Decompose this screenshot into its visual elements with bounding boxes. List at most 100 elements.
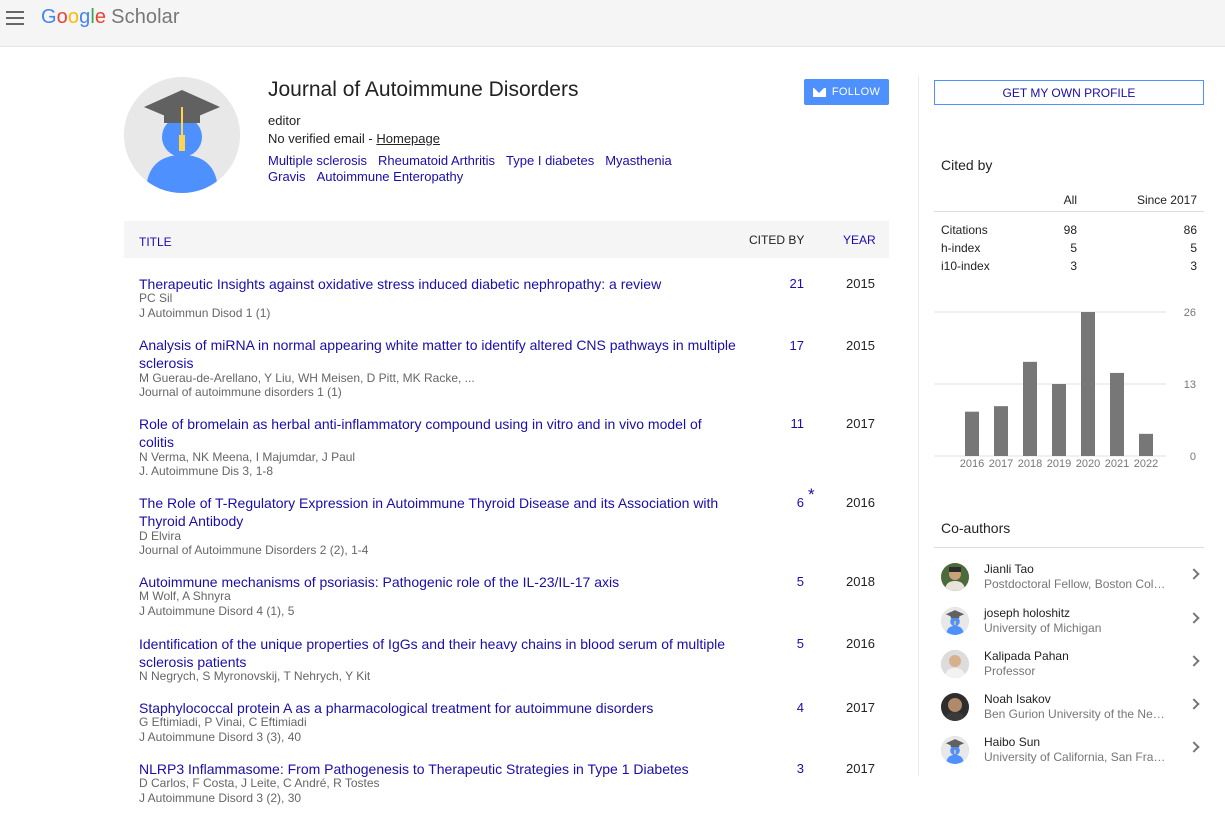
profile-name: Journal of Autoimmune Disorders [268,78,579,101]
article-venue: J Autoimmune Disord 4 (1), 5 [139,604,295,618]
article-venue: J Autoimmune Disord 3 (2), 30 [139,791,302,805]
article-authors: M Guerau-de-Arellano, Y Liu, WH Meisen, … [139,371,475,385]
sort-by-year[interactable]: YEAR [843,233,876,247]
x-tick-label: 2019 [1047,458,1071,470]
coauthor-name: Haibo Sun [984,735,1041,749]
chart-bar-2019[interactable] [1052,384,1066,456]
citation-count[interactable]: 3 [764,761,804,776]
citation-count[interactable]: 21 [764,276,804,291]
coauthor-photo [941,563,969,591]
stats-row-citations: Citations 98 86 [934,212,1204,237]
email-status: No verified email - [268,131,377,146]
coauthor-name: Noah Isakov [984,692,1051,706]
coauthors-divider [934,547,1204,548]
citation-count[interactable]: 11 [764,416,805,431]
coauthor-name: Kalipada Pahan [984,649,1069,663]
coauthor-item[interactable]: Jianli Tao Postdoctoral Fellow, Boston C… [934,562,1204,602]
article-year: 2015 [846,338,875,353]
chevron-right-icon [1188,741,1200,753]
cited-by-heading: Cited by [941,157,993,173]
x-tick-label: 2018 [1018,458,1042,470]
articles-table-header: TITLE CITED BY YEAR [124,221,889,258]
article-title[interactable]: Role of bromelain as herbal anti-inflamm… [139,415,739,451]
chart-bar-2020[interactable] [1081,312,1095,456]
chevron-right-icon [1188,655,1200,667]
article-authors: D Elvira [139,529,182,543]
citation-count[interactable]: 5 [764,636,804,651]
citation-count[interactable]: 17 [764,338,804,353]
chart-bar-2022[interactable] [1139,433,1153,456]
stats-row-i10-index: i10-index 3 3 [934,248,1204,273]
follow-button[interactable]: FOLLOW [804,79,889,105]
coauthor-affiliation: University of California, San Francisco [984,750,1166,764]
citations-per-year-chart: 26 13 0 2016 2017 2018 2019 2020 2021 2022 [934,300,1204,475]
article-year: 2016 [846,495,875,510]
citation-stats-table: All Since 2017 Citations 98 86 h-index 5… [934,189,1204,273]
citation-count[interactable]: 4 [764,700,804,715]
graduate-avatar-icon [124,77,240,193]
sort-by-title[interactable]: TITLE [139,235,172,249]
article-title[interactable]: The Role of T-Regulatory Expression in A… [139,494,739,530]
article-year: 2015 [846,276,875,291]
merged-citations-star[interactable]: * [808,485,815,505]
coauthor-default-avatar-icon [941,736,969,764]
interest-link[interactable]: Rheumatoid Arthritis [378,153,495,168]
interest-link[interactable]: Autoimmune Enteropathy [317,169,464,184]
top-bar: Google Scholar [0,0,1225,47]
coauthor-item[interactable]: Noah Isakov Ben Gurion University of the… [934,692,1204,732]
interest-link[interactable]: Type I diabetes [506,153,594,168]
article-authors: N Negrych, S Myronovskij, T Nehrych, Y K… [139,669,371,683]
mail-icon [812,87,826,97]
coauthor-name: joseph holoshitz [984,606,1071,620]
coauthor-item[interactable]: Haibo Sun University of California, San … [934,735,1204,775]
article-year: 2017 [846,416,875,431]
x-tick-label: 2020 [1076,458,1100,470]
profile-affiliation: editor [268,113,301,128]
interest-link[interactable]: Multiple sclerosis [268,153,367,168]
homepage-link[interactable]: Homepage [376,131,440,146]
follow-label: FOLLOW [831,86,881,98]
article-title[interactable]: Analysis of miRNA in normal appearing wh… [139,336,739,372]
stats-all-value: 3 [1070,259,1077,273]
x-tick-label: 2016 [960,458,984,470]
coauthor-affiliation: University of Michigan [984,621,1102,635]
y-tick-label: 13 [1184,379,1196,391]
y-tick-label: 26 [1184,307,1196,319]
coauthor-photo [941,693,969,721]
stats-label[interactable]: i10-index [941,259,990,273]
article-authors: G Eftimiadi, P Vinai, C Eftimiadi [139,715,307,729]
menu-icon[interactable] [6,11,24,25]
article-authors: N Verma, NK Meena, I Majumdar, J Paul [139,450,356,464]
stats-row-h-index: h-index 5 5 [934,230,1204,255]
coauthor-name: Jianli Tao [984,562,1034,576]
x-tick-label: 2022 [1134,458,1158,470]
chart-bar-2017[interactable] [994,406,1008,456]
article-year: 2018 [846,574,875,589]
article-title[interactable]: Therapeutic Insights against oxidative s… [139,275,739,293]
x-tick-label: 2017 [989,458,1013,470]
coauthor-item[interactable]: joseph holoshitz University of Michigan [934,606,1204,646]
x-tick-label: 2021 [1105,458,1129,470]
stats-header-row: All Since 2017 [934,189,1204,212]
profile-avatar [124,77,240,193]
article-venue: Journal of Autoimmune Disorders 2 (2), 1… [139,543,369,557]
coauthor-affiliation: Postdoctoral Fellow, Boston College [984,577,1166,591]
chart-bar-2018[interactable] [1023,361,1037,456]
coauthor-item[interactable]: Kalipada Pahan Professor [934,649,1204,689]
coauthor-photo [941,650,969,678]
y-tick-label: 0 [1190,451,1196,463]
article-venue: J Autoimmun Disod 1 (1) [139,306,271,320]
chevron-right-icon [1188,698,1200,710]
chevron-right-icon [1188,612,1200,624]
citation-count[interactable]: 5 [764,574,804,589]
google-scholar-logo[interactable]: Google Scholar [41,6,180,29]
chart-bar-2021[interactable] [1110,372,1124,456]
article-authors: M Wolf, A Shnyra [139,589,231,603]
get-my-own-profile-button[interactable]: GET MY OWN PROFILE [934,80,1204,105]
stats-header-since: Since 2017 [1136,193,1197,207]
citation-count[interactable]: 6 [764,495,804,510]
article-venue: J Autoimmune Disord 3 (3), 40 [139,730,302,744]
article-year: 2016 [846,636,875,651]
chart-bar-2016[interactable] [965,411,979,456]
article-title[interactable]: Identification of the unique properties … [139,635,739,671]
